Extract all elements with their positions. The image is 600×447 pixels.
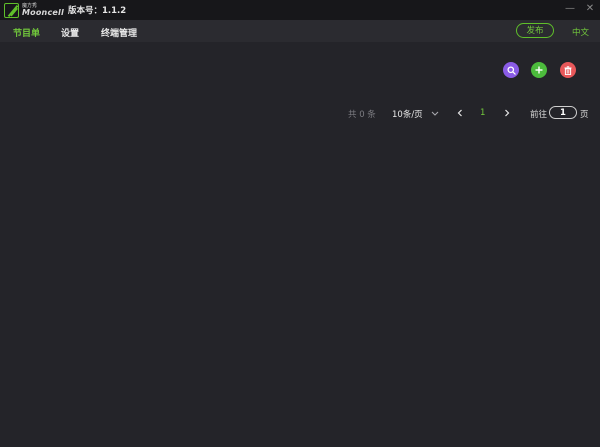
goto-label: 前往 bbox=[530, 110, 548, 120]
current-page-number[interactable]: 1 bbox=[480, 108, 485, 118]
trash-icon bbox=[564, 65, 572, 75]
nav-bar: 节目单 设置 终端管理 发布 中文 bbox=[0, 20, 600, 42]
search-icon bbox=[506, 65, 516, 75]
language-switch[interactable]: 中文 bbox=[572, 26, 589, 38]
logo-text: 魔方秀 Mooncell bbox=[22, 3, 64, 17]
minimize-icon[interactable]: — bbox=[563, 2, 577, 16]
nav-item-terminal-management[interactable]: 终端管理 bbox=[101, 26, 137, 39]
close-icon[interactable]: ✕ bbox=[583, 2, 597, 16]
page-suffix-label: 页 bbox=[580, 110, 589, 120]
page-size-select[interactable]: 10条/页 bbox=[392, 108, 423, 120]
publish-button[interactable]: 发布 bbox=[516, 23, 554, 38]
search-button[interactable] bbox=[503, 62, 519, 78]
add-button[interactable] bbox=[531, 62, 547, 78]
app-logo: 魔方秀 Mooncell bbox=[4, 2, 64, 18]
title-bar: 魔方秀 Mooncell 版本号：1.1.2 — ✕ bbox=[0, 0, 600, 20]
goto-page-input[interactable] bbox=[549, 106, 577, 119]
logo-mark-icon bbox=[4, 2, 19, 18]
chevron-down-icon[interactable] bbox=[430, 107, 440, 119]
version-label: 版本号：1.1.2 bbox=[68, 6, 127, 16]
total-count: 共 0 条 bbox=[348, 110, 376, 120]
pagination: 共 0 条 10条/页 1 前往 页 bbox=[0, 106, 600, 121]
nav-item-programs[interactable]: 节目单 bbox=[13, 26, 40, 39]
plus-icon bbox=[535, 66, 543, 74]
chevron-right-icon[interactable] bbox=[503, 107, 511, 119]
chevron-left-icon[interactable] bbox=[456, 107, 464, 119]
logo-en-text: Mooncell bbox=[22, 7, 64, 17]
nav-item-settings[interactable]: 设置 bbox=[61, 26, 79, 39]
delete-button[interactable] bbox=[560, 62, 576, 78]
